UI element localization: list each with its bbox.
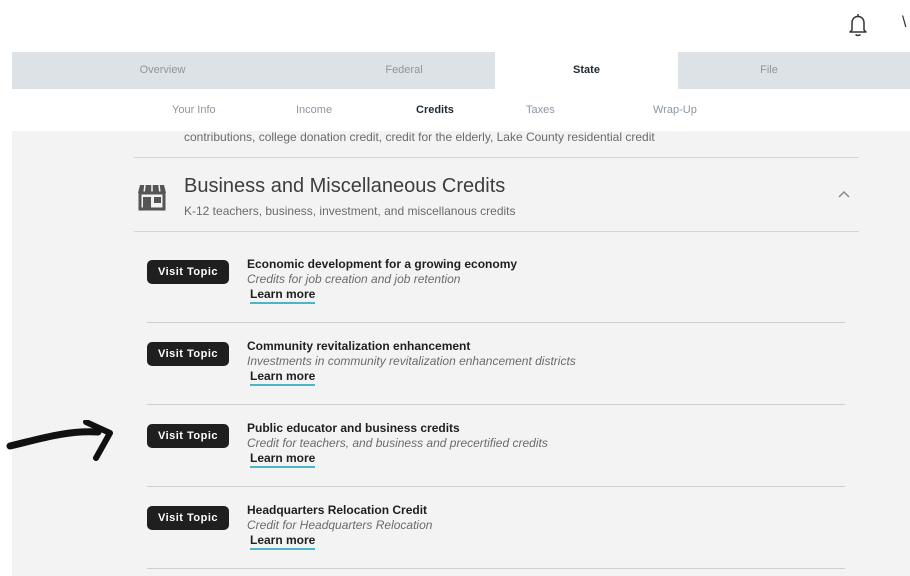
topic-title: Community revitalization enhancement: [247, 339, 471, 353]
chevron-up-icon[interactable]: [837, 186, 851, 198]
category-subtitle: K-12 teachers, business, investment, and…: [184, 204, 516, 218]
learn-more-link[interactable]: Learn more: [250, 370, 316, 386]
row-divider: [147, 568, 845, 569]
credits-panel: contributions, college donation credit, …: [12, 131, 910, 576]
top-bar: \: [0, 0, 910, 52]
row-divider: [147, 486, 845, 487]
topic-row: Visit Topic Public educator and business…: [147, 421, 845, 506]
main-tabs: Overview Federal State File: [12, 52, 910, 89]
subnav-credits[interactable]: Credits: [416, 89, 454, 131]
subnav-income[interactable]: Income: [296, 89, 332, 131]
subnav-taxes[interactable]: Taxes: [526, 89, 555, 131]
topic-description: Credit for Headquarters Relocation: [247, 518, 433, 532]
learn-more-link[interactable]: Learn more: [250, 452, 316, 468]
clipped-header-glyph: \: [902, 14, 907, 31]
subnav-your-info[interactable]: Your Info: [172, 89, 216, 131]
tab-overview[interactable]: Overview: [12, 52, 313, 89]
topic-row: Visit Topic Economic development for a g…: [147, 257, 845, 342]
topic-title: Economic development for a growing econo…: [247, 257, 518, 271]
tab-file[interactable]: File: [678, 52, 860, 89]
bell-icon[interactable]: [846, 12, 870, 38]
visit-topic-button[interactable]: Visit Topic: [147, 342, 229, 366]
learn-more-link[interactable]: Learn more: [250, 288, 316, 304]
storefront-icon: [136, 183, 168, 211]
visit-topic-button[interactable]: Visit Topic: [147, 424, 229, 448]
category-divider: [134, 157, 859, 158]
sub-navigation: Your Info Income Credits Taxes Wrap-Up: [12, 89, 910, 131]
tab-state[interactable]: State: [495, 52, 678, 89]
topic-description: Credits for job creation and job retenti…: [247, 272, 461, 286]
learn-more-link[interactable]: Learn more: [250, 534, 316, 550]
tab-federal[interactable]: Federal: [313, 52, 495, 89]
topic-title: Public educator and business credits: [247, 421, 460, 435]
visit-topic-button[interactable]: Visit Topic: [147, 506, 229, 530]
visit-topic-button[interactable]: Visit Topic: [147, 260, 229, 284]
hand-drawn-arrow-icon: [6, 419, 118, 464]
topic-description: Credit for teachers, and business and pr…: [247, 436, 548, 450]
topic-title: Headquarters Relocation Credit: [247, 503, 428, 517]
row-divider: [147, 322, 845, 323]
topic-description: Investments in community revitalization …: [247, 354, 576, 368]
category-header-divider: [134, 231, 859, 232]
row-divider: [147, 404, 845, 405]
category-title[interactable]: Business and Miscellaneous Credits: [184, 175, 505, 198]
topic-row: Visit Topic Headquarters Relocation Cred…: [147, 503, 845, 576]
previous-category-description: contributions, college donation credit, …: [184, 131, 655, 144]
topic-row: Visit Topic Community revitalization enh…: [147, 339, 845, 424]
subnav-wrap-up[interactable]: Wrap-Up: [653, 89, 697, 131]
